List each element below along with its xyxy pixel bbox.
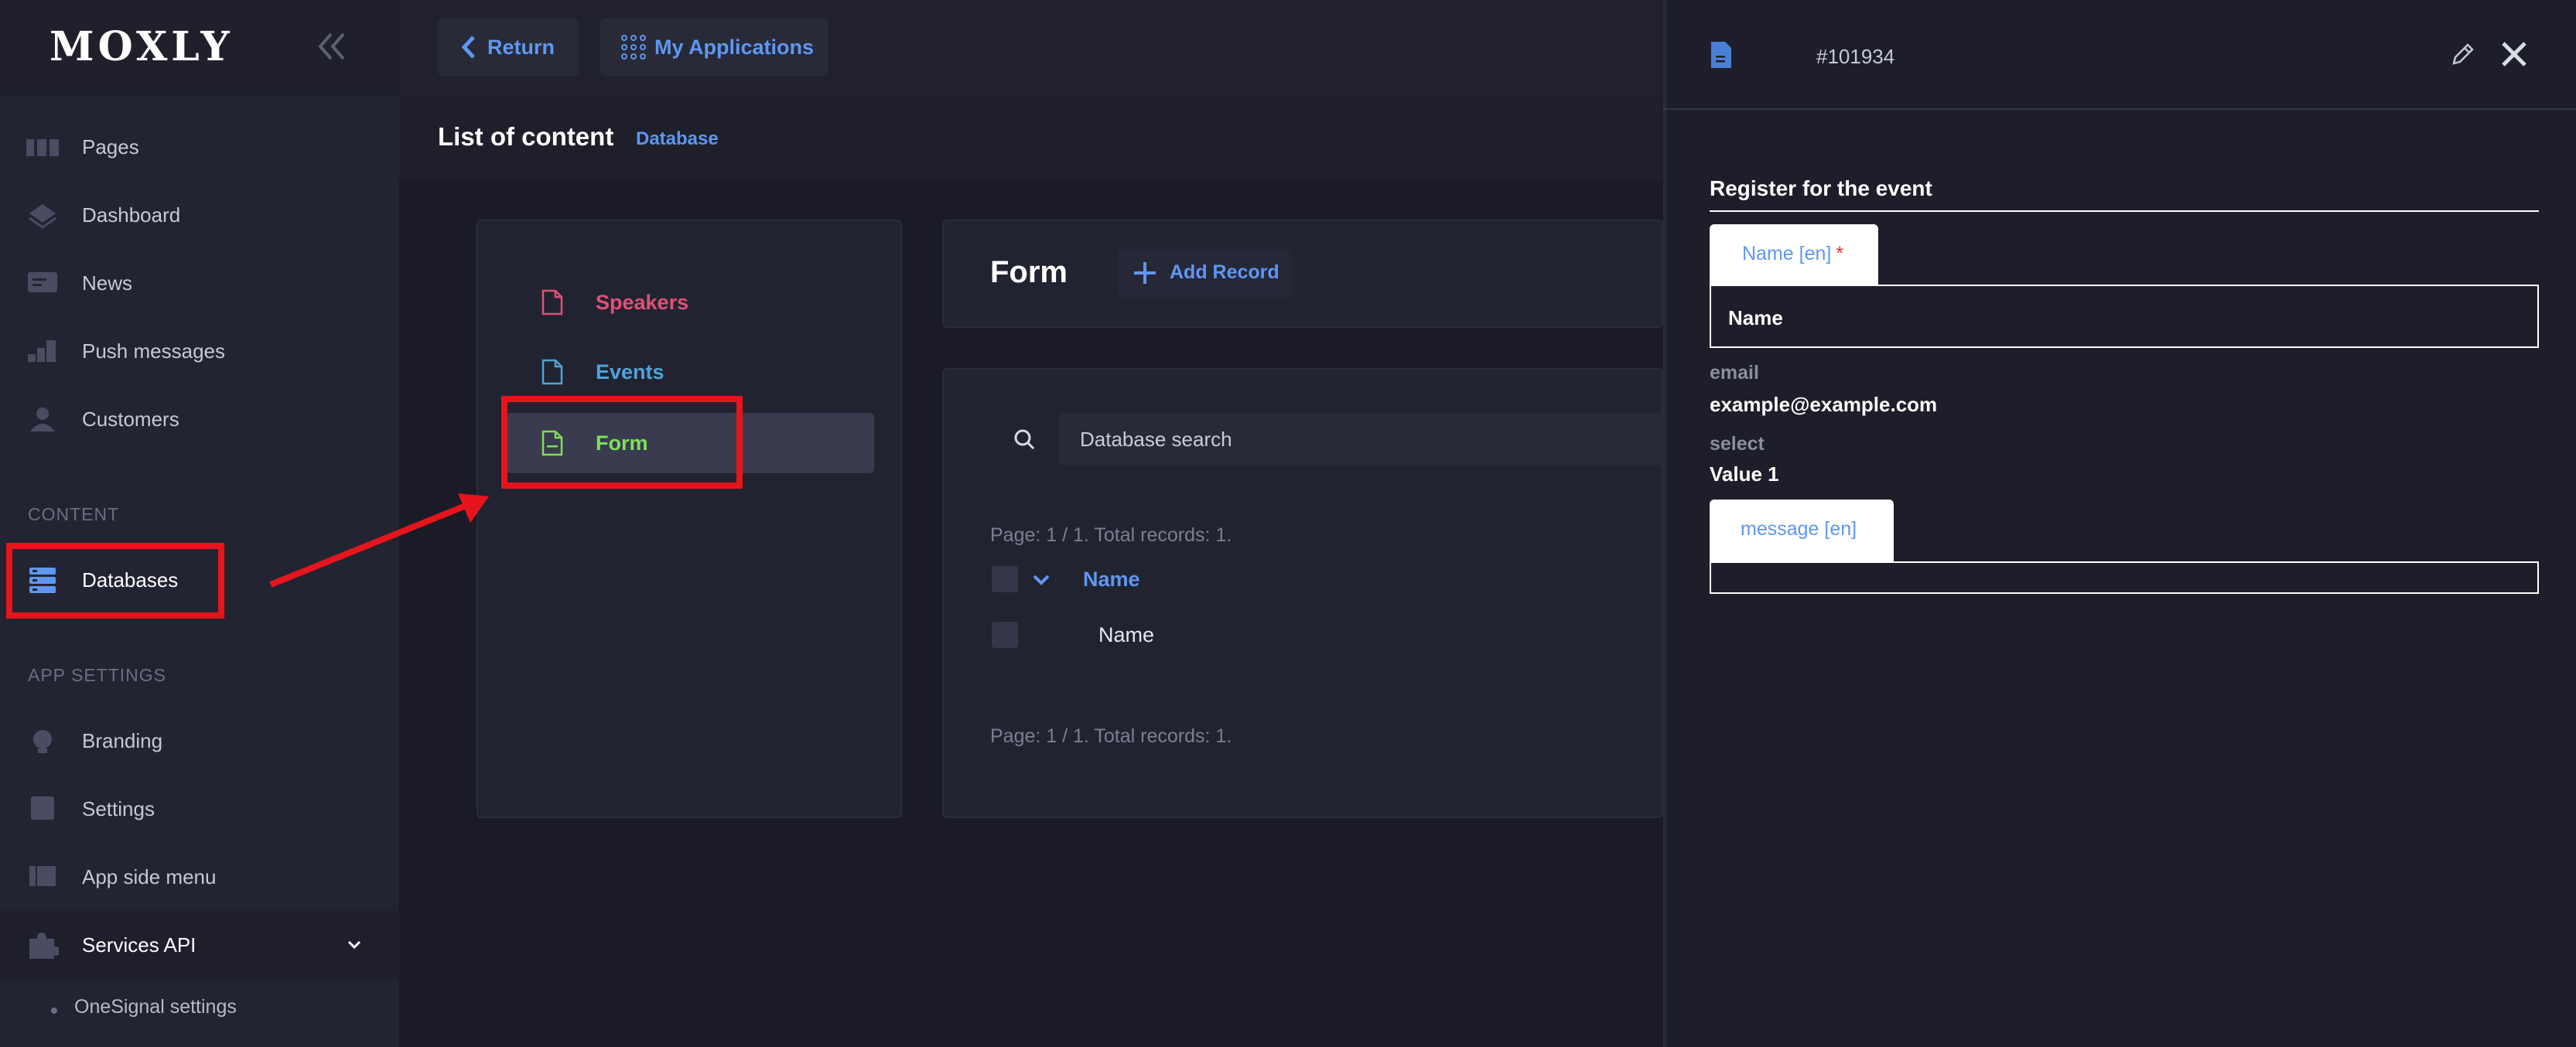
sidebar-item-dashboard[interactable]: Dashboard — [0, 181, 399, 249]
settings-icon — [31, 796, 54, 820]
name-field[interactable]: Name — [1710, 285, 2539, 348]
breadcrumb[interactable]: Database — [636, 128, 719, 150]
highlight-box — [501, 396, 743, 489]
sidebar-item-branding[interactable]: Branding — [0, 707, 399, 775]
detail-header — [1663, 0, 2576, 110]
sidebar-item-label: App side menu — [82, 865, 217, 888]
list-item-label: Speakers — [596, 291, 689, 314]
branding-icon — [33, 730, 52, 753]
tab-label-text: Name [en] — [1742, 243, 1832, 264]
database-search-input[interactable] — [1058, 413, 1663, 466]
search-icon — [1014, 429, 1035, 450]
sidebar-item-push-messages[interactable]: Push messages — [0, 317, 399, 385]
sidebar-item-news[interactable]: News — [0, 249, 399, 317]
tab-message-en[interactable]: message [en] — [1710, 500, 1894, 561]
sidebar-item-customers[interactable]: Customers — [0, 385, 399, 453]
sidebar-item-services-api[interactable]: Services API — [0, 911, 399, 979]
sidebar-item-label: News — [82, 271, 133, 295]
form-title: Form — [990, 255, 1068, 289]
return-label: Return — [487, 35, 555, 59]
top-bar — [399, 0, 1663, 96]
required-mark: * — [1836, 243, 1844, 264]
return-button[interactable]: Return — [438, 19, 579, 76]
section-label-content: CONTENT — [28, 504, 120, 524]
pagination-info: Page: 1 / 1. Total records: 1. — [990, 524, 1232, 546]
pagination-info: Page: 1 / 1. Total records: 1. — [990, 725, 1232, 747]
section-label-app-settings: APP SETTINGS — [28, 665, 167, 685]
name-field-value: Name — [1728, 306, 1783, 329]
record-id: #101934 — [1816, 45, 1895, 68]
column-header-name[interactable]: Name — [1083, 568, 1140, 592]
chevron-left-icon — [461, 36, 475, 59]
pencil-icon[interactable] — [2449, 40, 2477, 68]
document-icon — [542, 289, 563, 315]
sidebar-item-label: Settings — [82, 796, 155, 820]
page-title: List of content — [438, 122, 614, 151]
chevron-down-icon[interactable] — [347, 939, 362, 951]
sidebar-subitem-label: OneSignal settings — [74, 996, 237, 1018]
news-icon — [28, 272, 57, 292]
side-menu-icon — [29, 866, 56, 886]
table-row-name[interactable]: Name — [1098, 623, 1154, 647]
message-field[interactable] — [1710, 561, 2539, 594]
document-icon — [1711, 42, 1731, 68]
sidebar-item-settings[interactable]: Settings — [0, 775, 399, 843]
email-label: email — [1710, 362, 1759, 384]
push-icon — [28, 340, 56, 362]
highlight-box — [6, 543, 224, 619]
sidebar-item-label: Customers — [82, 407, 179, 431]
list-item-speakers[interactable]: Speakers — [506, 272, 874, 333]
sidebar-item-label: Services API — [82, 933, 196, 957]
list-item-events[interactable]: Events — [506, 342, 874, 402]
grid-dots-icon — [621, 35, 646, 60]
add-record-label: Add Record — [1170, 261, 1279, 283]
sidebar-item-label: Branding — [82, 728, 163, 752]
sidebar-item-label: Pages — [82, 135, 139, 159]
row-checkbox[interactable] — [992, 622, 1018, 648]
form-section-title: Register for the event — [1710, 176, 1932, 200]
sidebar-item-label: Push messages — [82, 339, 225, 363]
sidebar-item-pages[interactable]: Pages — [0, 113, 399, 181]
dashboard-icon — [29, 204, 56, 229]
arrow-annotation — [269, 493, 489, 588]
sidebar-subitem-onesignal[interactable]: OneSignal settings — [51, 996, 237, 1018]
app-logo: MOXLY — [50, 23, 234, 70]
customers-icon — [30, 408, 55, 431]
tab-name-en[interactable]: Name [en] * — [1710, 224, 1878, 286]
email-value: example@example.com — [1710, 393, 1938, 416]
pages-icon — [26, 139, 59, 156]
select-value: Value 1 — [1710, 462, 1779, 486]
my-applications-button[interactable]: My Applications — [600, 19, 828, 76]
list-item-label: Events — [596, 360, 664, 384]
sidebar-item-app-side-menu[interactable]: App side menu — [0, 843, 399, 911]
plus-icon — [1134, 262, 1156, 284]
select-label: select — [1710, 433, 1765, 455]
select-all-checkbox[interactable] — [992, 566, 1018, 592]
chevron-down-icon[interactable] — [1032, 572, 1051, 588]
close-icon[interactable] — [2499, 39, 2530, 70]
sidebar-item-label: Dashboard — [82, 203, 181, 227]
my-applications-label: My Applications — [654, 35, 815, 59]
collapse-sidebar-icon[interactable] — [313, 29, 353, 63]
add-record-button[interactable]: Add Record — [1117, 249, 1292, 297]
document-icon — [542, 359, 563, 385]
puzzle-icon — [29, 933, 59, 959]
tab-label: message [en] — [1741, 518, 1857, 540]
divider — [1710, 210, 2539, 212]
tab-label: Name [en] * — [1742, 243, 1843, 265]
